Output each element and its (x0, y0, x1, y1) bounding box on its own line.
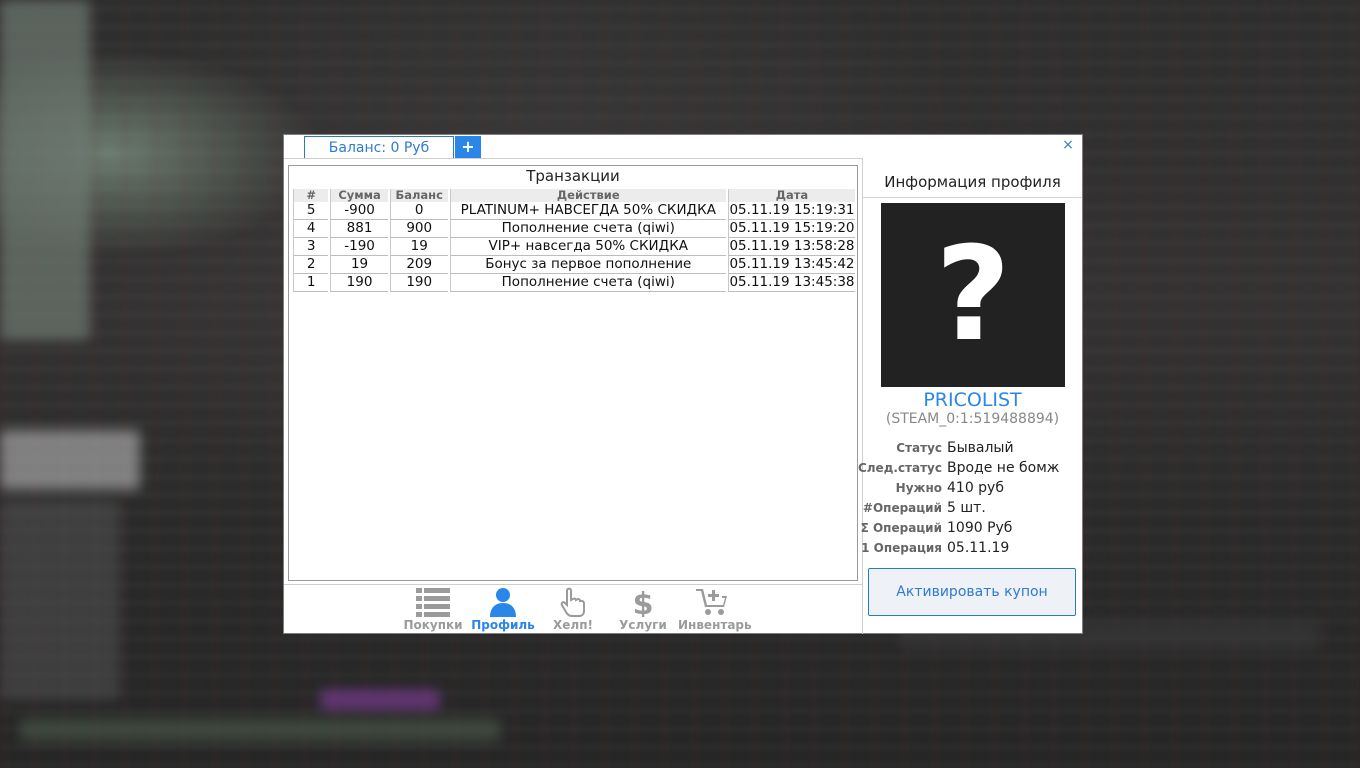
table-row: 2 19 209 Бонус за первое пополнение 05.1… (293, 256, 855, 274)
cart-icon (696, 589, 727, 615)
balance-tab[interactable]: Баланс: 0 Руб (304, 136, 454, 159)
cell-amount: 19 (330, 256, 388, 274)
question-mark-icon: ? (935, 218, 1011, 370)
table-row: 3 -190 19 VIP+ навсегда 50% СКИДКА 05.11… (293, 238, 855, 256)
stat-value: 05.11.19 (947, 540, 1010, 556)
stat-label: 1 Операция (861, 541, 942, 555)
stat-row: #Операций 5 шт. (863, 500, 1082, 520)
stat-label: Статус (896, 441, 942, 455)
profile-panel: Информация профиля ? PRICOLIST (STEAM_0:… (858, 158, 1082, 634)
cell-action: Бонус за первое пополнение (449, 256, 726, 274)
cell-amount: -190 (330, 238, 388, 256)
column-header: Дата (727, 189, 855, 202)
stat-row: Нужно 410 руб (863, 480, 1082, 500)
column-header: Действие (449, 189, 726, 202)
stat-label: Нужно (895, 481, 942, 495)
svg-text:$: $ (633, 587, 654, 617)
nav-label: Хелп! (553, 618, 593, 632)
stat-label: След.статус (857, 461, 942, 475)
cell-amount: -900 (330, 202, 388, 220)
table-row: 4 881 900 Пополнение счета (qiwi) 05.11.… (293, 220, 855, 238)
nav-profile[interactable]: Профиль (468, 587, 538, 635)
cell-balance: 0 (389, 202, 448, 220)
stat-row: Статус Бывалый (863, 440, 1082, 460)
table-row: 5 -900 0 PLATINUM+ НАВСЕГДА 50% СКИДКА 0… (293, 202, 855, 220)
cell-action: PLATINUM+ НАВСЕГДА 50% СКИДКА (449, 202, 726, 220)
cell-id: 1 (293, 274, 329, 292)
nav-help[interactable]: Хелп! (538, 587, 608, 635)
transactions-table: # Сумма Баланс Действие Дата 5 -900 0 PL… (291, 189, 857, 292)
stat-value: Вроде не бомж (947, 460, 1060, 476)
cell-date: 05.11.19 15:19:20 (727, 220, 855, 238)
cell-balance: 190 (389, 274, 448, 292)
nav-label: Инвентарь (678, 618, 752, 632)
stat-row: След.статус Вроде не бомж (858, 460, 1082, 480)
cell-id: 5 (293, 202, 329, 220)
cell-amount: 190 (330, 274, 388, 292)
cell-date: 05.11.19 13:58:28 (727, 238, 855, 256)
cell-date: 05.11.19 13:45:38 (727, 274, 855, 292)
profile-title: Информация профиля (884, 173, 1061, 191)
steam-id: (STEAM_0:1:519488894) (885, 411, 1060, 427)
nav-label: Услуги (619, 618, 667, 632)
cell-amount: 881 (330, 220, 388, 238)
close-icon[interactable]: × (1061, 137, 1075, 153)
nav-services[interactable]: $ Услуги (608, 587, 678, 635)
cell-balance: 209 (389, 256, 448, 274)
nav-label: Профиль (471, 618, 535, 632)
column-header: # (293, 189, 329, 202)
username: PRICOLIST (923, 389, 1022, 411)
cell-id: 2 (293, 256, 329, 274)
profile-stats: Статус Бывалый След.статус Вроде не бомж… (858, 440, 1082, 560)
nav-label: Покупки (403, 618, 463, 632)
stat-value: 410 руб (947, 480, 1004, 496)
cell-id: 3 (293, 238, 329, 256)
hand-pointer-icon (560, 587, 585, 617)
cell-balance: 19 (389, 238, 448, 256)
bottom-nav: Покупки Профиль Хелп! $ Услуги Инвентарь (284, 584, 862, 635)
cell-action: Пополнение счета (qiwi) (449, 274, 726, 292)
stat-row: 1 Операция 05.11.19 (861, 540, 1082, 560)
stat-row: Σ Операций 1090 Руб (860, 520, 1082, 540)
transactions-panel: Транзакции # Сумма Баланс Действие Дата (284, 158, 863, 634)
cell-id: 4 (293, 220, 329, 238)
stat-value: Бывалый (947, 440, 1014, 456)
add-balance-button[interactable]: + (455, 136, 481, 158)
cell-date: 05.11.19 13:45:42 (727, 256, 855, 274)
nav-purchases[interactable]: Покупки (398, 587, 468, 635)
transactions-title: Транзакции (526, 167, 620, 185)
transactions-box: Транзакции # Сумма Баланс Действие Дата (288, 165, 858, 581)
avatar: ? (881, 203, 1065, 387)
list-icon (416, 588, 450, 617)
donate-window: Баланс: 0 Руб + × Транзакции # Сумма Бал… (283, 134, 1083, 634)
divider (863, 197, 1082, 198)
nav-inventory[interactable]: Инвентарь (678, 587, 752, 635)
stat-label: Σ Операций (860, 521, 942, 535)
column-header: Баланс (389, 189, 448, 202)
stat-value: 1090 Руб (947, 520, 1013, 536)
table-header-row: # Сумма Баланс Действие Дата (293, 189, 855, 202)
cell-date: 05.11.19 15:19:31 (727, 202, 855, 220)
stat-value: 5 шт. (947, 500, 986, 516)
cell-action: Пополнение счета (qiwi) (449, 220, 726, 238)
cell-balance: 900 (389, 220, 448, 238)
stat-label: #Операций (862, 501, 942, 515)
cell-action: VIP+ навсегда 50% СКИДКА (449, 238, 726, 256)
table-row: 1 190 190 Пополнение счета (qiwi) 05.11.… (293, 274, 855, 292)
activate-coupon-button[interactable]: Активировать купон (868, 568, 1076, 616)
column-header: Сумма (330, 189, 388, 202)
dollar-icon: $ (633, 587, 654, 617)
user-icon (490, 588, 516, 617)
